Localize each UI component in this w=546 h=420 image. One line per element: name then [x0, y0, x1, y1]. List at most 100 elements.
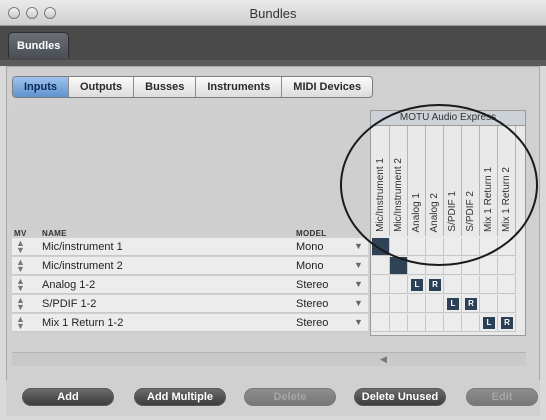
- matrix-cell-assigned[interactable]: [390, 257, 408, 275]
- matrix-column-label: S/PDIF 1: [447, 191, 458, 232]
- matrix-cell[interactable]: [408, 314, 426, 332]
- matrix-cell[interactable]: [390, 276, 408, 294]
- window-title: Bundles: [249, 6, 297, 21]
- delete-unused-button[interactable]: Delete Unused: [354, 388, 446, 406]
- matrix-cell[interactable]: [426, 295, 444, 313]
- matrix-cell-assigned[interactable]: L: [444, 295, 462, 313]
- table-row[interactable]: ▲ ▼ Mic/instrument 2 Mono ▼: [12, 257, 368, 275]
- matrix-cell[interactable]: [480, 295, 498, 313]
- model-dropdown-icon[interactable]: ▼: [354, 279, 363, 289]
- model-dropdown-icon[interactable]: ▼: [354, 260, 363, 270]
- reorder-arrows-icon[interactable]: ▲ ▼: [16, 239, 25, 255]
- window-toolbar: Bundles: [0, 26, 546, 60]
- matrix-cell[interactable]: [480, 257, 498, 275]
- matrix-column-header: Mic/Instrument 2: [390, 126, 408, 236]
- matrix-cell[interactable]: [444, 238, 462, 256]
- matrix-column-header: Analog 1: [408, 126, 426, 236]
- channel-label: L: [447, 298, 459, 310]
- matrix-cell[interactable]: [372, 276, 390, 294]
- matrix-cell[interactable]: [462, 257, 480, 275]
- edit-button[interactable]: Edit: [466, 388, 538, 406]
- matrix-column-label: Mic/Instrument 1: [375, 158, 386, 232]
- matrix-column-header: Mic/Instrument 1: [372, 126, 390, 236]
- bundle-type-tabs: Inputs Outputs Busses Instruments MIDI D…: [12, 76, 374, 98]
- tab-busses[interactable]: Busses: [134, 77, 197, 97]
- matrix-cell-assigned[interactable]: L: [408, 276, 426, 294]
- empty-list-area: [12, 106, 368, 236]
- reorder-arrows-icon[interactable]: ▲ ▼: [16, 315, 25, 331]
- matrix-cell[interactable]: [498, 295, 516, 313]
- matrix-cell[interactable]: [390, 295, 408, 313]
- add-button[interactable]: Add: [22, 388, 114, 406]
- tab-midi-devices[interactable]: MIDI Devices: [282, 77, 372, 97]
- table-row[interactable]: ▲ ▼ S/PDIF 1-2 Stereo ▼: [12, 295, 368, 313]
- matrix-cell[interactable]: [444, 276, 462, 294]
- matrix-column-header: Mix 1 Return 1: [480, 126, 498, 236]
- add-multiple-button[interactable]: Add Multiple: [134, 388, 226, 406]
- bundle-name: Analog 1-2: [42, 279, 96, 291]
- model-dropdown-icon[interactable]: ▼: [354, 317, 363, 327]
- table-row[interactable]: ▲ ▼ Mic/instrument 1 Mono ▼: [12, 238, 368, 256]
- tab-outputs[interactable]: Outputs: [69, 77, 135, 97]
- matrix-column-header: S/PDIF 2: [462, 126, 480, 236]
- matrix-cell-assigned[interactable]: R: [462, 295, 480, 313]
- matrix-cell[interactable]: [390, 314, 408, 332]
- channel-label: L: [411, 279, 423, 291]
- reorder-arrows-icon[interactable]: ▲ ▼: [16, 258, 25, 274]
- tab-instruments[interactable]: Instruments: [196, 77, 283, 97]
- column-header-mv: MV: [14, 229, 27, 238]
- matrix-cell-assigned[interactable]: R: [498, 314, 516, 332]
- channel-label: L: [483, 317, 495, 329]
- matrix-column-label: Analog 1: [411, 192, 422, 232]
- matrix-cell[interactable]: [408, 295, 426, 313]
- horizontal-scrollbar[interactable]: ◀: [12, 352, 526, 366]
- column-header-model: MODEL: [296, 229, 327, 238]
- model-dropdown-icon[interactable]: ▼: [354, 241, 363, 251]
- matrix-column-header: Analog 2: [426, 126, 444, 236]
- matrix-cell[interactable]: [480, 238, 498, 256]
- bundle-model: Stereo: [296, 317, 329, 329]
- matrix-cell[interactable]: [426, 257, 444, 275]
- matrix-cell[interactable]: [444, 257, 462, 275]
- model-dropdown-icon[interactable]: ▼: [354, 298, 363, 308]
- table-row[interactable]: ▲ ▼ Analog 1-2 Stereo ▼: [12, 276, 368, 294]
- matrix-cell[interactable]: [480, 276, 498, 294]
- matrix-cell[interactable]: [462, 276, 480, 294]
- reorder-arrows-icon[interactable]: ▲ ▼: [16, 296, 25, 312]
- matrix-cell[interactable]: [462, 238, 480, 256]
- matrix-cell[interactable]: [498, 276, 516, 294]
- matrix-cell[interactable]: [426, 238, 444, 256]
- title-bar: Bundles: [0, 0, 546, 26]
- matrix-cell[interactable]: [390, 238, 408, 256]
- matrix-column-label: Mix 1 Return 1: [483, 166, 494, 232]
- channel-label: R: [429, 279, 441, 291]
- tab-inputs[interactable]: Inputs: [13, 77, 69, 97]
- matrix-column-label: Analog 2: [429, 192, 440, 232]
- channel-label: R: [501, 317, 513, 329]
- matrix-cell[interactable]: [462, 314, 480, 332]
- matrix-column-label: S/PDIF 2: [465, 191, 476, 232]
- matrix-cell-assigned[interactable]: [372, 238, 390, 256]
- matrix-cell[interactable]: [408, 257, 426, 275]
- reorder-arrows-icon[interactable]: ▲ ▼: [16, 277, 25, 293]
- matrix-cell[interactable]: [426, 314, 444, 332]
- delete-button[interactable]: Delete: [244, 388, 336, 406]
- matrix-cell[interactable]: [498, 238, 516, 256]
- matrix-cell[interactable]: [372, 314, 390, 332]
- matrix-cell[interactable]: [372, 257, 390, 275]
- bundle-model: Stereo: [296, 298, 329, 310]
- bundle-name: Mic/instrument 2: [42, 260, 123, 272]
- table-row[interactable]: ▲ ▼ Mix 1 Return 1-2 Stereo ▼: [12, 314, 368, 332]
- matrix-cell[interactable]: [498, 257, 516, 275]
- bundle-model: Mono: [296, 260, 324, 272]
- matrix-cell[interactable]: [372, 295, 390, 313]
- matrix-cell[interactable]: [444, 314, 462, 332]
- matrix-cell-assigned[interactable]: L: [480, 314, 498, 332]
- scroll-left-icon[interactable]: ◀: [380, 354, 387, 365]
- bundle-name: Mic/instrument 1: [42, 241, 123, 253]
- matrix-cell[interactable]: [408, 238, 426, 256]
- bundle-model: Mono: [296, 241, 324, 253]
- bundles-tab[interactable]: Bundles: [8, 32, 70, 58]
- column-header-name: NAME: [42, 229, 67, 238]
- matrix-cell-assigned[interactable]: R: [426, 276, 444, 294]
